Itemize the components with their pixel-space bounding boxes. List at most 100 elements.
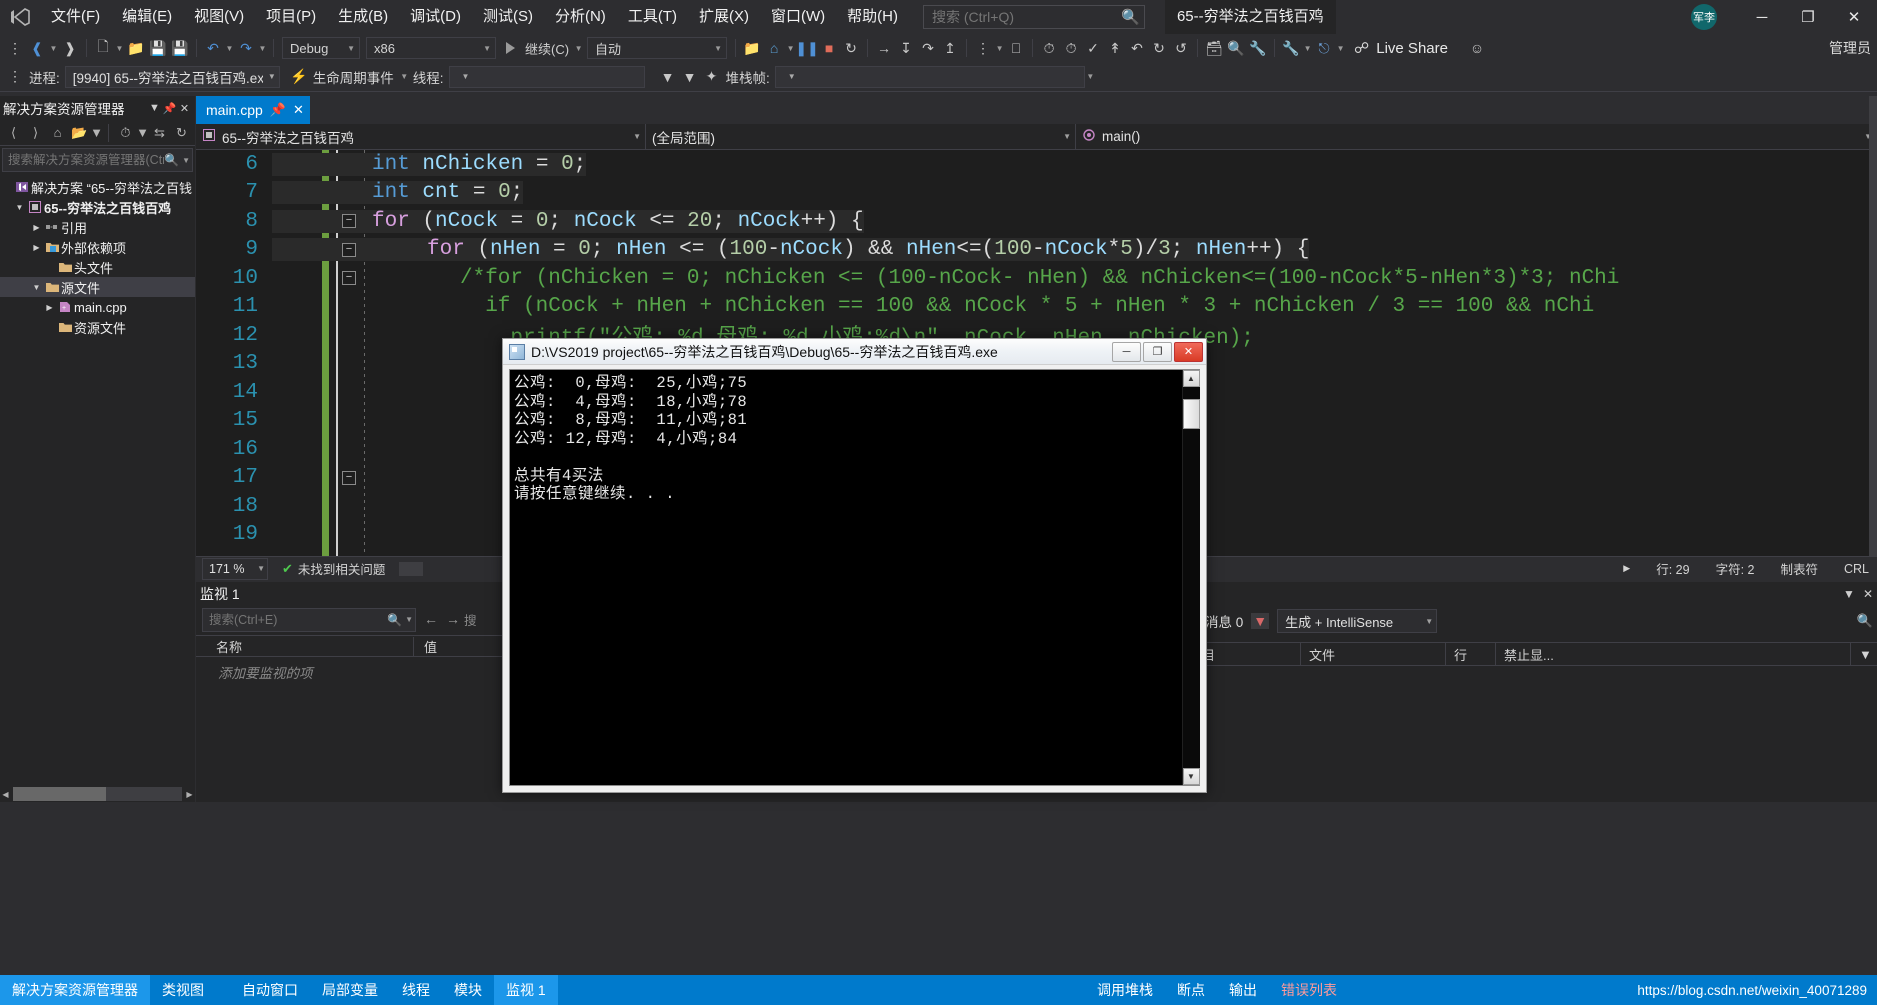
overflow-icon[interactable]: ▼ — [1085, 65, 1096, 89]
code-line[interactable]: 9 − for (nHen = 0; nHen <= (100-nCock) &… — [196, 236, 1877, 265]
chevron-down-icon[interactable]: ▼ — [1843, 587, 1855, 601]
pending-changes-icon[interactable]: ⏱ — [115, 122, 136, 144]
navigate-forward-icon[interactable]: ❱ — [59, 36, 81, 60]
horizontal-scrollbar[interactable] — [13, 787, 182, 801]
tree-node-source-files[interactable]: ▼ 源文件 — [0, 277, 195, 297]
database-icon[interactable]: 🗃 — [1203, 36, 1225, 60]
menu-item-window[interactable]: 窗口(W) — [760, 0, 836, 34]
menu-item-extensions[interactable]: 扩展(X) — [688, 0, 760, 34]
scroll-right-icon[interactable]: ▶ — [1623, 563, 1630, 574]
tree-node-external-dependencies[interactable]: ▶ 外部依赖项 — [0, 237, 195, 257]
fold-icon[interactable]: − — [342, 470, 356, 485]
configuration-combo[interactable]: Debug ▼ — [282, 37, 360, 59]
refresh-icon[interactable]: ↺ — [1170, 36, 1192, 60]
twisty-icon[interactable]: ▶ — [30, 243, 43, 252]
fold-icon[interactable]: − — [342, 242, 356, 257]
twisty-icon[interactable]: ▶ — [43, 303, 56, 312]
code-line[interactable]: 6 int nChicken = 0; — [196, 150, 1877, 179]
pin-icon[interactable]: 📌 — [162, 102, 177, 115]
show-all-files-icon[interactable]: ⇆ — [149, 122, 170, 144]
search-icon[interactable]: 🔍 — [1857, 613, 1877, 629]
chevron-down-icon[interactable]: ▼ — [1851, 642, 1877, 666]
hot-reload-icon[interactable]: ⌂ — [763, 36, 785, 60]
breakpoint-stack-icon[interactable]: ⏱ — [1060, 36, 1082, 60]
code-line[interactable]: 11 if (nCock + nHen + nChicken == 100 &&… — [196, 293, 1877, 322]
console-scroll-thumb[interactable] — [1182, 399, 1200, 429]
editor-vertical-scrollbar[interactable] — [1869, 96, 1877, 556]
stackframe-combo[interactable]: ▼ — [774, 65, 1085, 88]
home-icon[interactable]: ⌂ — [47, 122, 68, 144]
tree-node-resource-files[interactable]: 资源文件 — [0, 317, 195, 337]
window-layout-icon[interactable]: ⎕ — [1005, 36, 1027, 60]
console-title-bar[interactable]: D:\VS2019 project\65--穷举法之百钱百鸡\Debug\65-… — [503, 339, 1206, 365]
process-combo[interactable]: [9940] 65--穷举法之百钱百鸡.exe ▼ — [64, 65, 280, 88]
continue-label[interactable]: 继续(C) — [521, 39, 573, 58]
console-body[interactable]: 公鸡: 0,母鸡: 25,小鸡;75 公鸡: 4,母鸡: 18,小鸡;78 公鸡… — [509, 369, 1200, 786]
breakpoint-time-icon[interactable]: ⏱ — [1038, 36, 1060, 60]
history-undo-icon[interactable]: ↶ — [1126, 36, 1148, 60]
fold-icon[interactable]: − — [342, 271, 356, 285]
pin-icon[interactable]: 📌 — [270, 102, 286, 118]
twisty-icon[interactable]: ▶ — [30, 223, 43, 232]
close-icon[interactable]: ✕ — [293, 102, 304, 118]
chevron-down-icon[interactable]: ▼ — [1055, 132, 1071, 141]
check-icon[interactable]: ✓ — [1082, 36, 1104, 60]
stop-debug-icon[interactable]: ■ — [818, 36, 840, 60]
undo-dropdown-icon[interactable]: ▼ — [224, 36, 235, 60]
feedback-person-icon[interactable]: ☺ — [1466, 36, 1488, 60]
open-folder-icon[interactable]: 📁 — [125, 36, 147, 60]
menu-item-project[interactable]: 项目(P) — [255, 0, 327, 34]
step-into-icon[interactable]: ↧ — [895, 36, 917, 60]
settings-dropdown-icon[interactable]: ▼ — [1302, 36, 1313, 60]
diff-icon[interactable]: ⋮ — [972, 36, 994, 60]
refresh-icon[interactable]: ↻ — [171, 122, 192, 144]
pause-icon[interactable]: ❚❚ — [795, 36, 818, 60]
solution-explorer-search[interactable]: 🔍 ▼ — [2, 148, 193, 172]
tree-node-references[interactable]: ▶ 引用 — [0, 217, 195, 237]
new-project-dropdown-icon[interactable]: ▼ — [114, 36, 125, 60]
tree-node-solution[interactable]: 解决方案 “65--穷举法之百钱 — [0, 177, 195, 197]
error-source-combo[interactable]: 生成 + IntelliSense ▼ — [1277, 609, 1438, 633]
tab-main-cpp[interactable]: main.cpp 📌 ✕ — [196, 96, 310, 124]
tree-node-header-files[interactable]: 头文件 — [0, 257, 195, 277]
upload-icon[interactable]: ↟ — [1104, 36, 1126, 60]
global-search-box[interactable]: 🔍 — [922, 5, 1145, 29]
platform-combo[interactable]: x86 ▼ — [366, 37, 496, 59]
console-scroll-track[interactable] — [1182, 387, 1200, 768]
menu-item-tools[interactable]: 工具(T) — [617, 0, 688, 34]
forward-icon[interactable]: ⟩ — [25, 122, 46, 144]
chevron-down-icon[interactable]: ▼ — [136, 122, 149, 144]
menu-item-test[interactable]: 测试(S) — [472, 0, 544, 34]
menu-item-analyze[interactable]: 分析(N) — [544, 0, 617, 34]
tree-node-main-cpp[interactable]: ▶ + main.cpp — [0, 297, 195, 317]
attach-process-icon[interactable]: 📁 — [741, 36, 763, 60]
error-column-file[interactable]: 文件 — [1301, 642, 1446, 666]
menu-item-file[interactable]: 文件(F) — [40, 0, 111, 34]
console-maximize-button[interactable]: ❐ — [1143, 341, 1172, 362]
code-line[interactable]: 7 int cnt = 0; — [196, 179, 1877, 208]
menu-item-edit[interactable]: 编辑(E) — [111, 0, 183, 34]
scroll-down-icon[interactable]: ▼ — [1182, 768, 1200, 785]
show-next-statement-icon[interactable]: → — [873, 36, 895, 60]
chevron-down-icon[interactable]: ▼ — [625, 132, 641, 141]
minimize-button[interactable]: ─ — [1739, 0, 1785, 34]
continue-dropdown-icon[interactable]: ▼ — [573, 36, 584, 60]
solution-explorer-search-input[interactable] — [8, 153, 165, 167]
nav-function-combo[interactable]: main() ▼ — [1076, 123, 1877, 150]
back-icon[interactable]: ⟨ — [3, 122, 24, 144]
navigate-back-icon[interactable]: ❰ — [26, 36, 48, 60]
watch-search-box[interactable]: 🔍 ▼ — [202, 607, 416, 632]
save-all-icon[interactable]: 💾 — [169, 36, 191, 60]
chevron-down-icon[interactable]: ▼ — [90, 122, 103, 144]
sync-with-file-icon[interactable]: 📂 — [69, 122, 90, 144]
diff-dropdown-icon[interactable]: ▼ — [994, 36, 1005, 60]
close-icon[interactable]: ✕ — [1863, 587, 1873, 601]
watch-column-name[interactable]: 名称 — [196, 636, 414, 656]
filter-icon[interactable]: ▼ — [1251, 613, 1270, 629]
bottom-tab-autos[interactable]: 自动窗口 — [230, 975, 310, 1005]
scroll-left-icon[interactable]: ◀ — [0, 790, 11, 799]
settings-wrench-icon[interactable]: 🔧 — [1280, 36, 1302, 60]
close-icon[interactable]: ✕ — [177, 102, 192, 115]
lifecycle-dropdown-icon[interactable]: ▼ — [399, 65, 410, 89]
redo-dropdown-icon[interactable]: ▼ — [257, 36, 268, 60]
